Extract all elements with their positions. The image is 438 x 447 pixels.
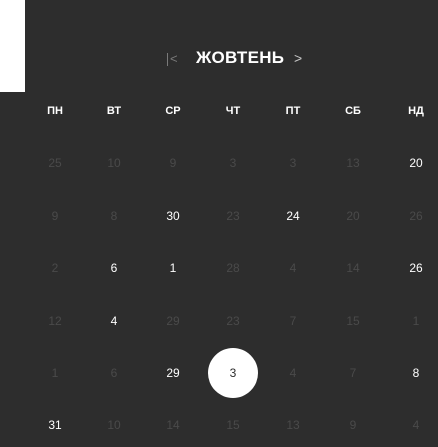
weekday-label: НД	[408, 105, 424, 117]
day-cell[interactable]: 10	[107, 418, 120, 432]
month-title: ЖОВТЕНЬ	[196, 48, 285, 67]
day-cell[interactable]: 2	[52, 261, 59, 275]
day-cell[interactable]: 23	[226, 209, 239, 223]
first-page-button[interactable]: <	[167, 51, 178, 67]
selected-day[interactable]: 3	[230, 366, 237, 380]
weekday-label: ПН	[47, 105, 63, 117]
day-cell[interactable]: 7	[350, 366, 357, 380]
chevron-left-icon: <	[170, 51, 178, 66]
day-cell[interactable]: 9	[170, 156, 177, 170]
day-cell[interactable]: 4	[413, 418, 420, 432]
day-cell[interactable]: 26	[409, 261, 422, 275]
day-cell[interactable]: 6	[111, 366, 118, 380]
day-cell[interactable]: 15	[346, 314, 359, 328]
day-cell[interactable]: 4	[111, 314, 118, 328]
weekday-label: СБ	[345, 105, 361, 117]
day-cell[interactable]: 10	[107, 156, 120, 170]
day-cell[interactable]: 12	[48, 314, 61, 328]
day-cell[interactable]: 28	[226, 261, 239, 275]
day-cell[interactable]: 20	[409, 156, 422, 170]
day-cell[interactable]: 14	[346, 261, 359, 275]
day-cell[interactable]: 20	[346, 209, 359, 223]
day-cell[interactable]: 3	[290, 156, 297, 170]
day-cell[interactable]: 14	[166, 418, 179, 432]
day-cell[interactable]: 23	[226, 314, 239, 328]
day-cell[interactable]: 30	[166, 209, 179, 223]
day-cell[interactable]: 26	[409, 209, 422, 223]
day-cell[interactable]: 15	[226, 418, 239, 432]
weekday-label: ПТ	[285, 105, 301, 117]
day-cell[interactable]: 3	[230, 156, 237, 170]
weekday-label: ЧТ	[225, 105, 241, 117]
weekday-label: СР	[165, 105, 181, 117]
day-cell[interactable]: 24	[286, 209, 299, 223]
day-cell[interactable]: 7	[290, 314, 297, 328]
day-cell[interactable]: 8	[413, 366, 420, 380]
day-cell[interactable]: 1	[170, 261, 177, 275]
background-strip	[0, 0, 25, 92]
day-cell[interactable]: 9	[52, 209, 59, 223]
day-cell[interactable]: 1	[52, 366, 59, 380]
day-cell[interactable]: 4	[290, 261, 297, 275]
day-cell[interactable]: 13	[346, 156, 359, 170]
bar-icon	[167, 53, 168, 67]
day-cell[interactable]: 9	[350, 418, 357, 432]
day-cell[interactable]: 25	[48, 156, 61, 170]
day-cell[interactable]: 29	[166, 314, 179, 328]
weekday-label: ВТ	[106, 105, 122, 117]
calendar-header: < ЖОВТЕНЬ >	[0, 48, 438, 74]
day-cell[interactable]: 8	[111, 209, 118, 223]
day-cell[interactable]: 31	[48, 418, 61, 432]
next-month-button[interactable]: >	[294, 50, 302, 66]
day-cell[interactable]: 1	[413, 314, 420, 328]
day-cell[interactable]: 29	[166, 366, 179, 380]
day-cell[interactable]: 6	[111, 261, 118, 275]
day-cell[interactable]: 13	[286, 418, 299, 432]
day-cell[interactable]: 4	[290, 366, 297, 380]
